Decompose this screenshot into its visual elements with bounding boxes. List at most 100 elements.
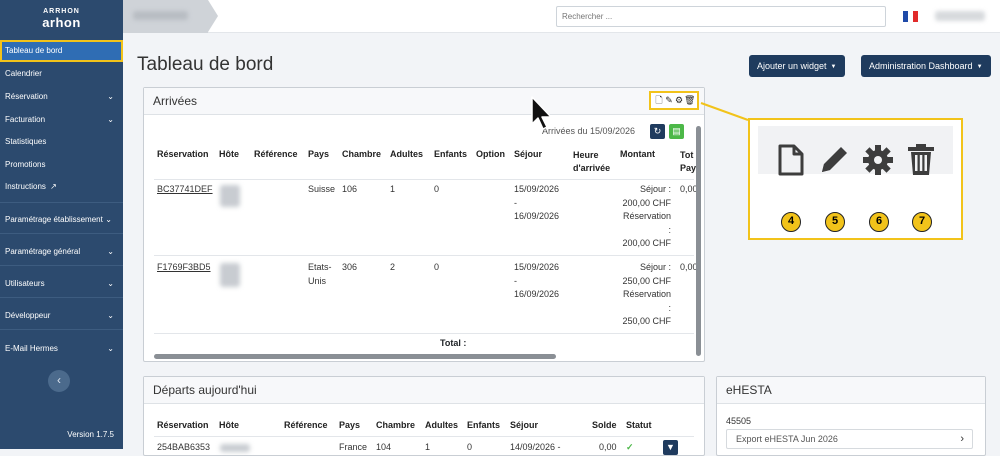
column-header[interactable]: Hôte: [219, 420, 239, 430]
settings-gear-icon: [863, 145, 893, 175]
room-cell: 104: [376, 442, 392, 452]
sidebar-item-label: E-Mail Hermes: [5, 344, 58, 353]
sidebar-item-promotions[interactable]: Promotions: [0, 154, 123, 176]
column-header[interactable]: Séjour: [514, 149, 542, 159]
export-excel-button[interactable]: ▤: [669, 124, 684, 139]
badge-7: 7: [912, 212, 932, 232]
sidebar-item-facturation[interactable]: Facturation ⌄: [0, 109, 123, 131]
country-cell: France: [339, 442, 368, 452]
sidebar-item-instructions[interactable]: Instructions ↗: [0, 176, 123, 198]
host-blurred: [220, 185, 240, 207]
reservation-link[interactable]: BC37741DEF: [157, 183, 213, 197]
new-document-icon: [778, 144, 804, 176]
app-version: Version 1.7.5: [67, 430, 114, 439]
sidebar-item-tableau-de-bord[interactable]: Tableau de bord: [0, 40, 123, 62]
sidebar-item-parametrage-general[interactable]: Paramétrage général ⌄: [0, 241, 123, 263]
adults-cell: 1: [390, 184, 396, 194]
chevron-down-icon: ⌄: [107, 92, 114, 101]
sidebar-item-parametrage-etablissement[interactable]: Paramétrage établissement ⌄: [0, 209, 123, 231]
arrivals-widget: Arrivées 🗋 ✎ ⚙🗑 Arrivées du 15/09/2026 ↻ ▤…: [143, 87, 705, 362]
language-flag-icon[interactable]: [903, 11, 918, 22]
column-header[interactable]: Réservation: [157, 420, 209, 430]
sidebar-item-reservation[interactable]: Réservation ⌄: [0, 86, 123, 108]
column-header[interactable]: Séjour: [510, 420, 538, 430]
new-document-icon[interactable]: 🗋: [654, 93, 664, 107]
departures-title: Départs aujourd'hui: [144, 377, 704, 404]
total-paid-cell: 0,00: [680, 184, 696, 194]
sidebar-item-developpeur[interactable]: Développeur ⌄: [0, 305, 123, 327]
amount-line: Séjour :: [639, 184, 671, 194]
sidebar-item-statistiques[interactable]: Statistiques: [0, 131, 123, 153]
host-blurred: [220, 444, 250, 452]
column-header[interactable]: Pays: [339, 420, 360, 430]
sidebar-item-utilisateurs[interactable]: Utilisateurs ⌄: [0, 273, 123, 295]
sidebar-item-email-hermes[interactable]: E-Mail Hermes ⌄: [0, 338, 123, 360]
sidebar-item-label: Statistiques: [5, 137, 47, 146]
vertical-scrollbar[interactable]: [696, 126, 701, 356]
action-dropdown-button[interactable]: ▼: [663, 440, 678, 455]
column-header[interactable]: Heure d'arrivée: [573, 149, 617, 175]
host-blurred: [220, 263, 240, 287]
amount-cell: Séjour : 250,00 CHF Réservation : 250,00…: [614, 261, 671, 329]
column-header[interactable]: Référence: [254, 149, 298, 159]
edit-pencil-icon[interactable]: ✎: [664, 93, 674, 107]
amount-line: Réservation: [622, 211, 671, 221]
stay-cell: 15/09/2026 - 16/09/2026: [514, 261, 559, 302]
adults-cell: 1: [425, 442, 431, 452]
column-header[interactable]: Enfants: [467, 420, 500, 430]
reservation-link[interactable]: 254BAB6353: [157, 441, 210, 455]
column-header[interactable]: Pays: [308, 149, 329, 159]
export-ehesta-button[interactable]: Export eHESTA Jun 2026 ›: [726, 429, 973, 449]
column-header[interactable]: Option: [476, 149, 505, 159]
reservation-link[interactable]: F1769F3BD5: [157, 261, 211, 275]
column-header[interactable]: Solde: [592, 420, 617, 430]
search-input[interactable]: [556, 6, 886, 27]
sidebar-item-label: Tableau de bord: [5, 46, 63, 55]
toolbar-callout: 4 5 6 7: [748, 118, 963, 240]
row-divider: [154, 333, 694, 334]
column-header[interactable]: Tot Pay: [680, 149, 696, 175]
user-menu[interactable]: [935, 11, 985, 21]
trash-icon[interactable]: 🗑: [684, 93, 695, 107]
logo[interactable]: ARRHON arhon: [0, 8, 123, 30]
amount-cell: Séjour : 200,00 CHF Réservation : 200,00…: [614, 183, 671, 251]
sidebar-item-label: Facturation: [5, 115, 46, 124]
stay-start: 15/09/2026: [514, 184, 560, 194]
row-divider: [154, 436, 694, 437]
amount-line: :: [668, 224, 671, 235]
sidebar-item-label: Réservation: [5, 92, 48, 101]
chevron-right-icon: ›: [960, 433, 964, 445]
settings-gear-icon[interactable]: ⚙: [674, 93, 684, 107]
column-header[interactable]: Enfants: [434, 149, 467, 159]
admin-dashboard-button[interactable]: Administration Dashboard ▼: [861, 55, 991, 77]
flag-stripe: [913, 11, 918, 22]
status-check-icon: ✓: [626, 442, 634, 452]
refresh-button[interactable]: ↻: [650, 124, 665, 139]
chevron-down-icon: ⌄: [107, 279, 114, 288]
children-cell: 0: [467, 442, 473, 452]
column-header[interactable]: Montant: [620, 149, 655, 159]
add-widget-button[interactable]: Ajouter un widget ▼: [749, 55, 845, 77]
column-header[interactable]: Référence: [284, 420, 328, 430]
amount-line: Séjour :: [639, 262, 671, 272]
sidebar-item-label: Développeur: [5, 311, 51, 320]
country-cell: Etats-Unis: [308, 262, 332, 286]
column-header[interactable]: Adultes: [390, 149, 423, 159]
chevron-down-icon: ⌄: [107, 115, 114, 124]
column-header[interactable]: Chambre: [376, 420, 415, 430]
column-header[interactable]: Statut: [626, 420, 652, 430]
edit-pencil-icon: [822, 147, 847, 172]
export-ehesta-label: Export eHESTA Jun 2026: [736, 434, 838, 444]
sidebar: ARRHON arhon Tableau de bord Calendrier …: [0, 0, 123, 449]
column-header[interactable]: Réservation: [157, 149, 209, 159]
breadcrumb[interactable]: [123, 0, 218, 33]
horizontal-scrollbar[interactable]: [154, 354, 556, 359]
sidebar-item-calendrier[interactable]: Calendrier: [0, 63, 123, 85]
sidebar-item-label: Calendrier: [5, 69, 42, 78]
column-header[interactable]: Adultes: [425, 420, 458, 430]
column-header[interactable]: Chambre: [342, 149, 381, 159]
room-cell: 106: [342, 184, 358, 194]
total-paid-cell: 0,00: [680, 262, 696, 272]
sidebar-collapse-button[interactable]: ‹: [48, 370, 70, 392]
column-header[interactable]: Hôte: [219, 149, 239, 159]
